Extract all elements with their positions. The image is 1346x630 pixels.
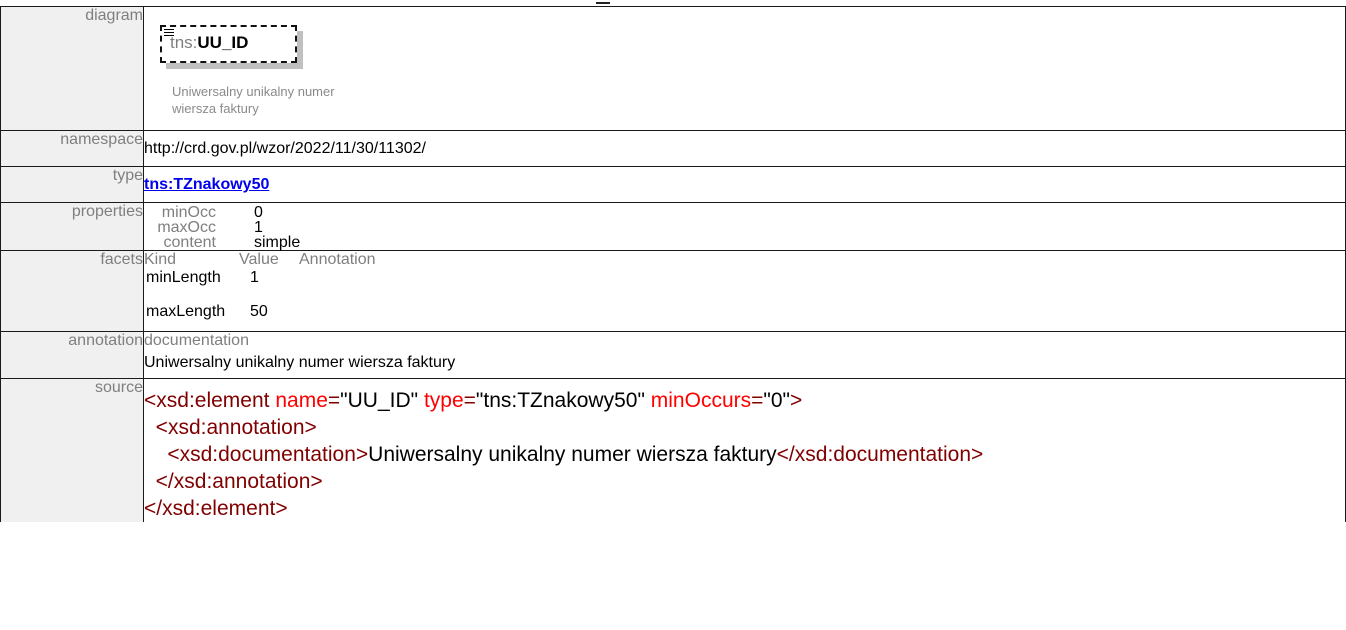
source-label: source <box>0 378 144 522</box>
type-cell: tns:TZnakowy50 <box>143 166 1346 203</box>
annotation-label: annotation <box>0 331 144 379</box>
diagram-documentation: Uniwersalny unikalny numer wiersza faktu… <box>172 83 335 117</box>
facet-header-annotation: Annotation <box>299 251 376 268</box>
annotation-cell: documentation Uniwersalny unikalny numer… <box>143 331 1346 379</box>
element-doc-table: diagram tns:UU_ID Uniwersalny unikalny n… <box>0 6 1346 522</box>
source-line-2: <xsd:annotation> <box>155 416 317 439</box>
facets-table: Kind Value Annotation minLength 1 maxLen… <box>144 251 1345 331</box>
source-line-5: </xsd:element> <box>144 497 288 520</box>
element-title: tns:UU_ID <box>170 33 248 53</box>
row-properties: properties minOcc 0 maxOcc 1 content sim… <box>0 202 1346 251</box>
element-prefix: tns: <box>170 33 198 52</box>
properties-label: properties <box>0 202 144 251</box>
property-value: simple <box>254 234 301 251</box>
row-annotation: annotation documentation Uniwersalny uni… <box>0 331 1346 379</box>
facet-kind: minLength <box>146 269 221 286</box>
source-line-4: </xsd:annotation> <box>155 470 323 493</box>
facet-value: 1 <box>250 269 259 286</box>
schema-doc-page: diagram tns:UU_ID Uniwersalny unikalny n… <box>0 0 1346 630</box>
facet-value: 50 <box>250 303 268 320</box>
facet-header-value: Value <box>239 251 279 268</box>
type-label: type <box>0 166 144 203</box>
row-source: source <xsd:element name="UU_ID" type="t… <box>0 378 1346 522</box>
facets-label: facets <box>0 250 144 332</box>
source-line-1: <xsd:element name="UU_ID" type="tns:TZna… <box>144 389 803 412</box>
facets-cell: Kind Value Annotation minLength 1 maxLen… <box>143 250 1346 332</box>
properties-cell: minOcc 0 maxOcc 1 content simple <box>143 202 1346 251</box>
facet-kind: maxLength <box>146 303 226 320</box>
element-name: UU_ID <box>197 33 249 52</box>
namespace-value: http://crd.gov.pl/wzor/2022/11/30/11302/ <box>144 140 426 157</box>
row-namespace: namespace http://crd.gov.pl/wzor/2022/11… <box>0 130 1346 167</box>
source-code: <xsd:element name="UU_ID" type="tns:TZna… <box>144 379 1345 522</box>
cut-off-glyph <box>596 0 610 4</box>
annotation-text: Uniwersalny unikalny numer wiersza faktu… <box>144 354 456 371</box>
namespace-cell: http://crd.gov.pl/wzor/2022/11/30/11302/ <box>143 130 1346 167</box>
diagram-cell: tns:UU_ID Uniwersalny unikalny numer wie… <box>143 6 1346 131</box>
element-diagram: tns:UU_ID Uniwersalny unikalny numer wie… <box>144 7 1345 130</box>
property-key: content <box>163 234 216 251</box>
type-link[interactable]: tns:TZnakowy50 <box>144 176 269 193</box>
properties-list: minOcc 0 maxOcc 1 content simple <box>144 203 1345 251</box>
element-box[interactable]: tns:UU_ID <box>160 25 297 63</box>
row-diagram: diagram tns:UU_ID Uniwersalny unikalny n… <box>0 6 1346 131</box>
source-line-3: <xsd:documentation>Uniwersalny unikalny … <box>167 443 984 466</box>
row-facets: facets Kind Value Annotation minLength 1… <box>0 250 1346 332</box>
source-cell: <xsd:element name="UU_ID" type="tns:TZna… <box>143 378 1346 522</box>
facet-header-kind: Kind <box>144 251 177 268</box>
diagram-doc-line-1: Uniwersalny unikalny numer <box>172 84 335 99</box>
namespace-label: namespace <box>0 130 144 167</box>
diagram-label: diagram <box>0 6 144 131</box>
row-type: type tns:TZnakowy50 <box>0 166 1346 203</box>
annotation-block: documentation Uniwersalny unikalny numer… <box>144 332 1345 378</box>
annotation-heading: documentation <box>144 332 249 349</box>
diagram-doc-line-2: wiersza faktury <box>172 101 259 116</box>
